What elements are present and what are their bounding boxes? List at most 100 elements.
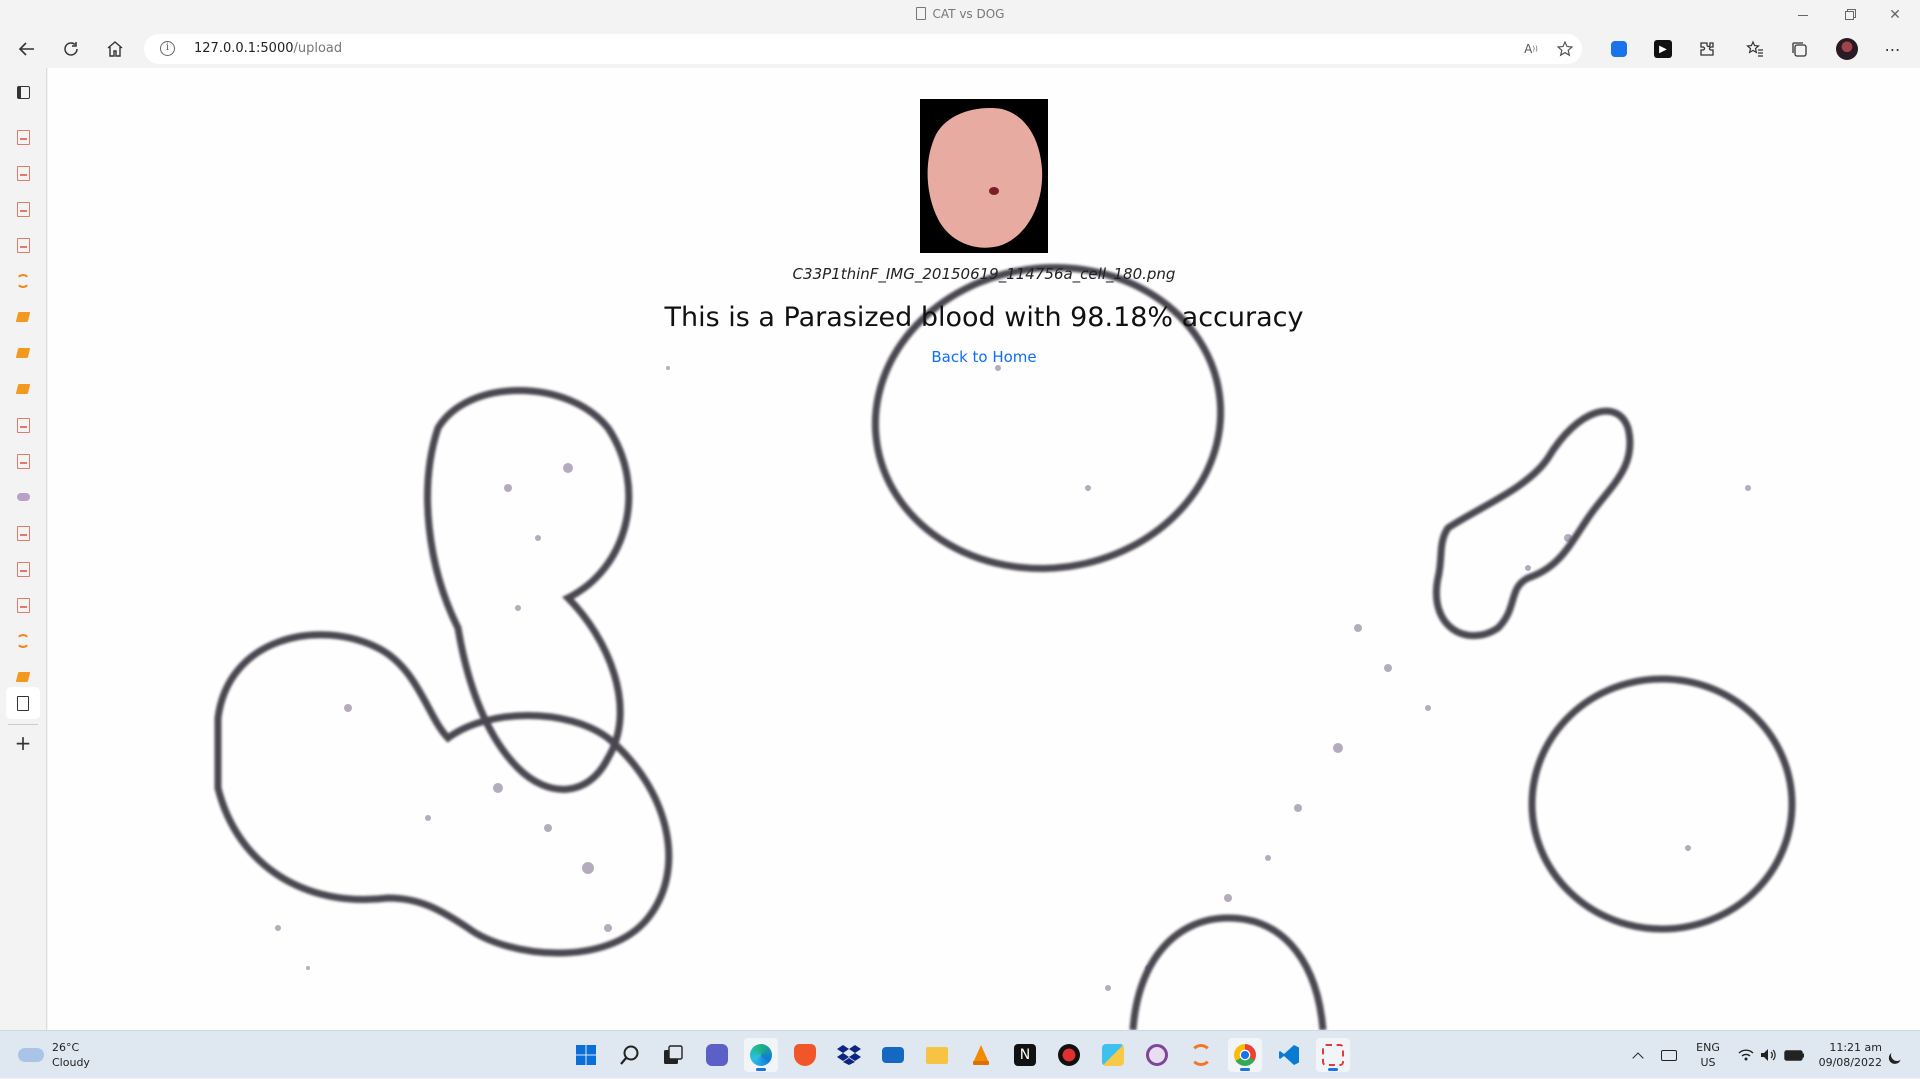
- url-path: /upload: [293, 41, 343, 56]
- snipping-tool-icon: [1322, 1044, 1344, 1066]
- chevron-up-icon: [1632, 1051, 1644, 1064]
- info-icon[interactable]: i: [160, 41, 175, 56]
- tab-actions-button[interactable]: [13, 82, 33, 102]
- clock-time: 11:21 am: [1829, 1041, 1882, 1054]
- tab-active-page[interactable]: [13, 693, 33, 713]
- close-icon: ✕: [1889, 7, 1901, 23]
- app-puzzle-button[interactable]: [1096, 1038, 1130, 1072]
- media-button[interactable]: ▶: [1646, 32, 1680, 66]
- pdf-icon: [16, 417, 30, 433]
- weather-widget[interactable]: 26°C Cloudy: [18, 1040, 138, 1072]
- window-title: CAT vs DOG: [0, 7, 1920, 21]
- media-icon: ▶: [1654, 40, 1672, 58]
- language-code: ENG: [1696, 1041, 1720, 1054]
- tab-divider: [8, 724, 38, 725]
- notion-button[interactable]: N: [1008, 1038, 1042, 1072]
- tab-pdf-9[interactable]: [13, 595, 33, 615]
- new-tab-button[interactable]: +: [13, 731, 33, 755]
- search-icon: [620, 1045, 639, 1065]
- restore-button[interactable]: [1826, 0, 1872, 30]
- page-viewport: C33P1thinF_IMG_20150619_114756a_cell_180…: [48, 68, 1920, 1030]
- mail-button[interactable]: [876, 1038, 910, 1072]
- tab-pill[interactable]: [13, 487, 33, 507]
- tab-pdf-1[interactable]: [13, 127, 33, 147]
- tab-pdf-3[interactable]: [13, 199, 33, 219]
- tab-book-3[interactable]: [13, 379, 33, 399]
- book-icon: [15, 672, 31, 682]
- language-indicator[interactable]: ENG US: [1692, 1040, 1724, 1070]
- edge-button[interactable]: [744, 1038, 778, 1072]
- dropbox-button[interactable]: [832, 1038, 866, 1072]
- extensions-button[interactable]: [1690, 32, 1724, 66]
- tab-pdf-5[interactable]: [13, 415, 33, 435]
- tab-pdf-8[interactable]: [13, 559, 33, 579]
- notifications-button[interactable]: [1886, 1031, 1908, 1079]
- favorites-icon: [1746, 40, 1763, 57]
- chrome-button[interactable]: [1228, 1038, 1262, 1072]
- tab-loading-1[interactable]: [13, 271, 33, 291]
- teams-chat-button[interactable]: [700, 1038, 734, 1072]
- snipping-tool-button[interactable]: [1316, 1038, 1350, 1072]
- tor-button[interactable]: [1140, 1038, 1174, 1072]
- mail-icon: [882, 1047, 904, 1063]
- tab-pdf-4[interactable]: [13, 235, 33, 255]
- workspace-icon: [16, 85, 30, 99]
- clock[interactable]: 11:21 am 09/08/2022: [1812, 1040, 1882, 1070]
- weather-temp: 26°C: [52, 1041, 80, 1054]
- app-red-icon: [1058, 1044, 1080, 1066]
- extension-button[interactable]: [1602, 32, 1636, 66]
- uploaded-filename: C33P1thinF_IMG_20150619_114756a_cell_180…: [792, 265, 1176, 283]
- pdf-icon: [16, 597, 30, 613]
- show-hidden-icons-button[interactable]: [1626, 1031, 1650, 1079]
- url-text[interactable]: 127.0.0.1:5000/upload: [194, 41, 342, 56]
- system-status-button[interactable]: [1732, 1031, 1812, 1079]
- address-bar[interactable]: i 127.0.0.1:5000/upload A)): [144, 34, 1582, 64]
- app-red-button[interactable]: [1052, 1038, 1086, 1072]
- book-icon: [15, 348, 31, 358]
- tab-pdf-6[interactable]: [13, 451, 33, 471]
- more-button[interactable]: ⋯: [1876, 32, 1910, 66]
- collections-button[interactable]: [1782, 32, 1816, 66]
- refresh-button[interactable]: [54, 32, 88, 66]
- favorites-button[interactable]: [1738, 32, 1772, 66]
- vscode-button[interactable]: [1272, 1038, 1306, 1072]
- cloud-icon: [18, 1048, 44, 1062]
- tab-book-2[interactable]: [13, 343, 33, 363]
- url-host: 127.0.0.1:5000: [194, 41, 294, 56]
- vlc-button[interactable]: [964, 1038, 998, 1072]
- favorite-add-icon[interactable]: [1554, 39, 1576, 59]
- home-button[interactable]: [98, 32, 132, 66]
- app-puzzle-icon: [1102, 1044, 1124, 1066]
- back-to-home-link[interactable]: Back to Home: [931, 348, 1036, 366]
- file-explorer-button[interactable]: [920, 1038, 954, 1072]
- file-explorer-icon: [926, 1046, 948, 1064]
- close-button[interactable]: ✕: [1872, 0, 1918, 30]
- notion-icon: N: [1014, 1044, 1036, 1066]
- jupyter-icon: [1190, 1044, 1212, 1066]
- document-icon: [915, 7, 926, 20]
- tab-book-4[interactable]: [13, 667, 33, 687]
- prediction-result: This is a Parasized blood with 98.18% ac…: [664, 302, 1304, 333]
- browser-toolbar: i 127.0.0.1:5000/upload A)) ▶ ⋯: [0, 30, 1920, 68]
- tor-icon: [1146, 1044, 1168, 1066]
- tab-loading-2[interactable]: [13, 631, 33, 651]
- tab-pdf-2[interactable]: [13, 163, 33, 183]
- tab-pdf-7[interactable]: [13, 523, 33, 543]
- restore-icon: [1844, 10, 1854, 20]
- profile-button[interactable]: [1830, 32, 1864, 66]
- vscode-icon: [1279, 1045, 1299, 1065]
- more-icon: ⋯: [1884, 39, 1902, 59]
- jupyter-button[interactable]: [1184, 1038, 1218, 1072]
- start-button[interactable]: [569, 1038, 603, 1072]
- book-icon: [15, 384, 31, 394]
- keyboard-button[interactable]: [1656, 1031, 1682, 1079]
- brave-button[interactable]: [788, 1038, 822, 1072]
- refresh-icon: [64, 42, 78, 56]
- tab-book-1[interactable]: [13, 307, 33, 327]
- back-button[interactable]: [10, 32, 44, 66]
- search-button[interactable]: [613, 1038, 647, 1072]
- read-aloud-glyph: A: [1524, 42, 1533, 56]
- read-aloud-icon[interactable]: A)): [1520, 39, 1542, 59]
- task-view-button[interactable]: [656, 1038, 690, 1072]
- minimize-button[interactable]: [1780, 0, 1826, 30]
